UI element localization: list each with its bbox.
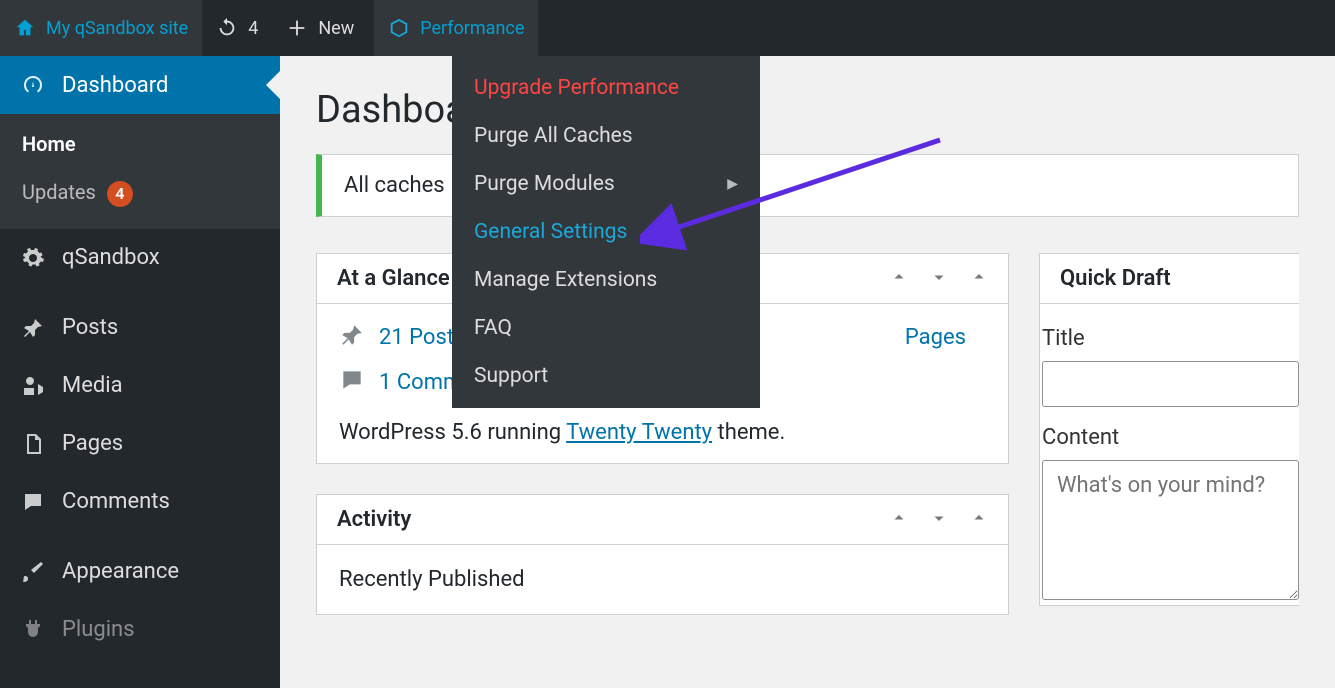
quickdraft-content-textarea[interactable] — [1042, 460, 1299, 600]
perf-item-label: FAQ — [474, 316, 512, 340]
perf-item-purge-all[interactable]: Purge All Caches — [452, 112, 760, 160]
adminbar-performance[interactable]: Performance — [374, 0, 538, 56]
comment-icon — [20, 489, 46, 515]
adminbar-new-label: New — [318, 18, 354, 39]
adminbar-site-name: My qSandbox site — [46, 18, 188, 39]
adminbar-updates[interactable]: 4 — [202, 0, 272, 56]
widget-header: Activity — [317, 495, 1008, 545]
dashboard-col-right: Quick Draft Title Content — [1039, 253, 1299, 645]
sidebar-subitem-label: Updates — [22, 180, 96, 204]
perf-item-label: General Settings — [474, 220, 627, 244]
notice-text: All caches — [344, 173, 445, 198]
pages-icon — [20, 431, 46, 457]
refresh-icon — [216, 17, 238, 39]
move-up-button[interactable] — [890, 268, 908, 290]
sidebar-item-label: Pages — [62, 431, 123, 456]
sidebar-item-plugins[interactable]: Plugins — [0, 601, 280, 659]
admin-sidebar: Dashboard Home Updates 4 qSandbox Posts … — [0, 56, 280, 688]
wp-version-line: WordPress 5.6 running Twenty Twenty them… — [339, 420, 986, 445]
updates-badge: 4 — [107, 181, 133, 207]
perf-item-label: Purge Modules — [474, 172, 615, 196]
sidebar-submenu-dashboard: Home Updates 4 — [0, 114, 280, 229]
quickdraft-content-label: Content — [1042, 425, 1299, 450]
perf-item-upgrade[interactable]: Upgrade Performance — [452, 64, 760, 112]
sidebar-item-comments[interactable]: Comments — [0, 473, 280, 531]
menu-separator — [0, 287, 280, 299]
sidebar-item-label: Media — [62, 373, 123, 398]
perf-item-purge-modules[interactable]: Purge Modules ▶ — [452, 160, 760, 208]
gear-icon — [20, 245, 46, 271]
perf-item-label: Upgrade Performance — [474, 76, 679, 100]
perf-item-label: Support — [474, 364, 548, 388]
sidebar-item-qsandbox[interactable]: qSandbox — [0, 229, 280, 287]
sidebar-subitem-updates[interactable]: Updates 4 — [0, 168, 280, 219]
adminbar-updates-count: 4 — [248, 18, 258, 39]
sidebar-item-appearance[interactable]: Appearance — [0, 543, 280, 601]
widget-title: At a Glance — [337, 266, 450, 291]
sidebar-subitem-label: Home — [22, 132, 76, 156]
sidebar-item-label: Dashboard — [62, 73, 168, 98]
sidebar-item-label: Posts — [62, 315, 118, 340]
glance-pages-link[interactable]: Pages — [905, 325, 966, 350]
widget-quick-draft: Quick Draft Title Content — [1039, 253, 1299, 606]
widget-title: Activity — [337, 507, 411, 532]
move-up-button[interactable] — [890, 509, 908, 531]
performance-dropdown: Upgrade Performance Purge All Caches Pur… — [452, 56, 760, 408]
glance-posts[interactable]: 21 Posts — [339, 322, 465, 353]
sidebar-item-label: Comments — [62, 489, 170, 514]
quickdraft-title-label: Title — [1042, 326, 1299, 351]
main-content: Dashboard All caches At a Glance — [280, 56, 1335, 688]
sidebar-item-label: qSandbox — [62, 245, 160, 270]
sidebar-item-media[interactable]: Media — [0, 357, 280, 415]
move-down-button[interactable] — [930, 268, 948, 290]
theme-link[interactable]: Twenty Twenty — [566, 420, 712, 445]
menu-separator — [0, 531, 280, 543]
pin-icon — [20, 315, 46, 341]
plugin-icon — [20, 617, 46, 643]
sidebar-item-label: Plugins — [62, 617, 135, 642]
perf-item-support[interactable]: Support — [452, 352, 760, 400]
perf-item-general-settings[interactable]: General Settings — [452, 208, 760, 256]
toggle-button[interactable] — [970, 509, 988, 531]
perf-item-label: Manage Extensions — [474, 268, 657, 292]
sidebar-subitem-home[interactable]: Home — [0, 120, 280, 168]
quickdraft-title-input[interactable] — [1042, 361, 1299, 407]
widget-actions — [890, 509, 988, 531]
perf-item-faq[interactable]: FAQ — [452, 304, 760, 352]
glance-pages[interactable]: Pages — [905, 322, 966, 353]
dashboard-icon — [20, 72, 46, 98]
sidebar-item-posts[interactable]: Posts — [0, 299, 280, 357]
home-icon — [14, 17, 36, 39]
move-down-button[interactable] — [930, 509, 948, 531]
adminbar-new[interactable]: New — [272, 0, 368, 56]
adminbar-performance-label: Performance — [420, 18, 524, 39]
sidebar-item-dashboard[interactable]: Dashboard — [0, 56, 280, 114]
widget-header: Quick Draft — [1040, 254, 1299, 304]
activity-subheading: Recently Published — [339, 567, 986, 592]
brush-icon — [20, 559, 46, 585]
perf-item-manage-extensions[interactable]: Manage Extensions — [452, 256, 760, 304]
running-prefix: WordPress 5.6 running — [339, 420, 566, 445]
sidebar-item-label: Appearance — [62, 559, 179, 584]
adminbar-site[interactable]: My qSandbox site — [0, 0, 202, 56]
widget-activity: Activity Recently Published — [316, 494, 1009, 615]
running-suffix: theme. — [712, 420, 785, 445]
toggle-button[interactable] — [970, 268, 988, 290]
widget-body: Title Content — [1040, 304, 1299, 605]
cube-icon — [388, 17, 410, 39]
widget-actions — [890, 268, 988, 290]
widget-title: Quick Draft — [1060, 266, 1171, 291]
chevron-right-icon: ▶ — [727, 176, 738, 192]
sidebar-item-pages[interactable]: Pages — [0, 415, 280, 473]
widget-body: Recently Published — [317, 545, 1008, 614]
admin-toolbar: My qSandbox site 4 New Performance — [0, 0, 1335, 56]
comment-icon — [339, 367, 365, 398]
plus-icon — [286, 17, 308, 39]
pin-icon — [339, 322, 365, 353]
media-icon — [20, 373, 46, 399]
perf-item-label: Purge All Caches — [474, 124, 633, 148]
